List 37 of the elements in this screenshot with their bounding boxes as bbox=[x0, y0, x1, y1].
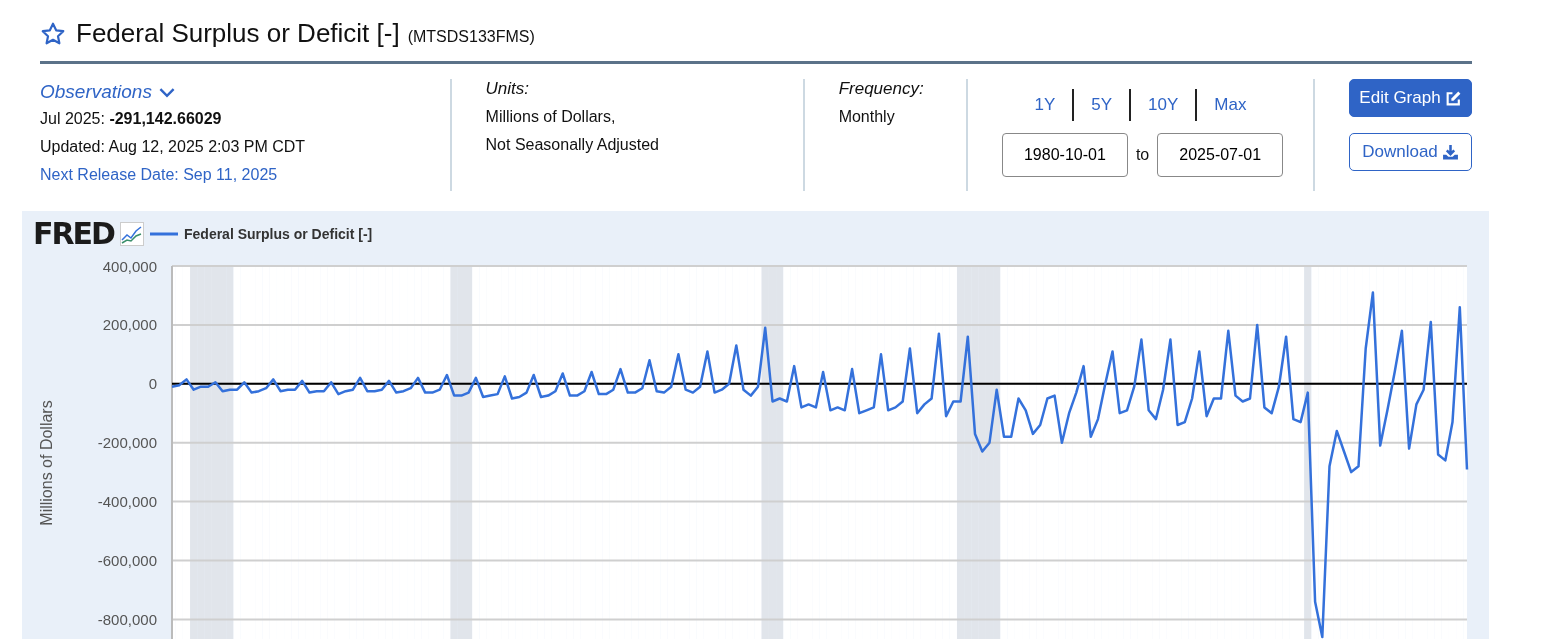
units-value: Millions of Dollars, bbox=[485, 107, 617, 127]
range-preset-link[interactable]: 10Y bbox=[1129, 89, 1196, 121]
y-tick-label: 400,000 bbox=[102, 257, 157, 275]
next-release-link[interactable]: Next Release Date: Sep 11, 2025 bbox=[40, 161, 450, 189]
range-preset-link[interactable]: 1Y bbox=[1017, 89, 1073, 121]
range-preset-link[interactable]: 5Y bbox=[1072, 89, 1130, 121]
legend-label: Federal Surplus or Deficit [-] bbox=[184, 226, 373, 242]
star-icon[interactable] bbox=[40, 20, 66, 47]
observations-toggle[interactable]: Observations bbox=[40, 79, 176, 105]
frequency-label: Frequency: bbox=[838, 79, 925, 100]
legend-line-icon bbox=[150, 232, 178, 236]
end-date-field[interactable]: 2025-07-01 bbox=[1157, 133, 1284, 177]
frequency-value: Monthly bbox=[838, 107, 896, 127]
units-value: Not Seasonally Adjusted bbox=[485, 135, 660, 155]
start-date-field[interactable]: 1980-10-01 bbox=[1001, 133, 1128, 177]
download-button[interactable]: Download bbox=[1349, 133, 1472, 171]
date-separator: to bbox=[1135, 146, 1150, 164]
edit-icon bbox=[1444, 89, 1462, 107]
y-tick-label: -400,000 bbox=[97, 493, 157, 511]
edit-graph-button[interactable]: Edit Graph bbox=[1349, 79, 1472, 117]
y-tick-label: 0 bbox=[148, 375, 157, 393]
series-id: (MTSDS133FMS) bbox=[407, 28, 535, 46]
range-preset-link[interactable]: Max bbox=[1195, 89, 1264, 121]
page-title: Federal Surplus or Deficit [-] bbox=[76, 18, 400, 49]
updated-text: Updated: Aug 12, 2025 2:03 PM CDT bbox=[40, 137, 307, 157]
y-tick-label: -600,000 bbox=[97, 552, 157, 569]
y-tick-label: -800,000 bbox=[97, 610, 157, 628]
line-chart-icon[interactable] bbox=[120, 222, 144, 246]
fred-logo: FRED bbox=[33, 219, 114, 249]
latest-value: -291,142.66029 bbox=[109, 110, 222, 127]
units-label: Units: bbox=[485, 79, 530, 100]
chevron-down-icon bbox=[157, 86, 176, 98]
download-icon bbox=[1441, 143, 1459, 161]
latest-label: Jul 2025: bbox=[40, 110, 105, 127]
y-axis-label: Millions of Dollars bbox=[38, 400, 55, 526]
y-tick-label: 200,000 bbox=[102, 316, 157, 334]
y-tick-label: -200,000 bbox=[97, 434, 157, 452]
